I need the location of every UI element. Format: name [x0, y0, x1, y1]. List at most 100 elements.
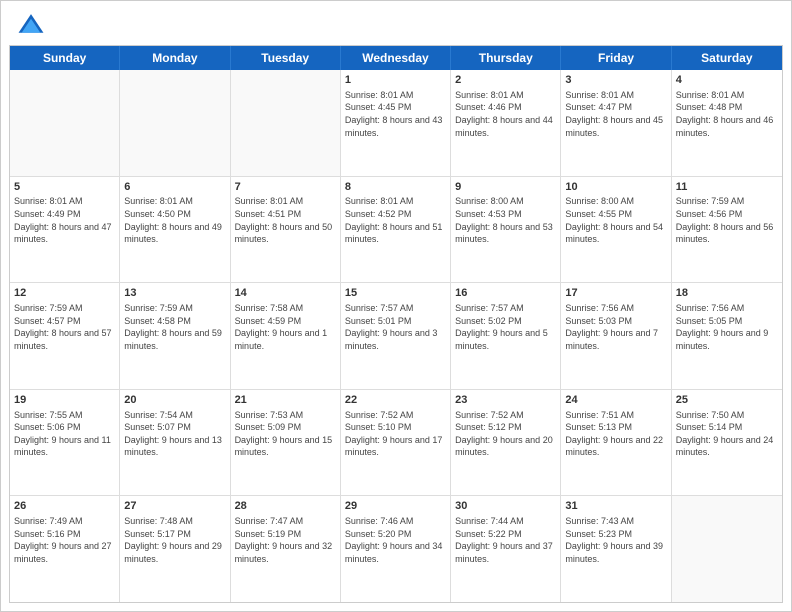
day-info: Sunrise: 7:52 AM Sunset: 5:12 PM Dayligh…: [455, 409, 556, 459]
day-info: Sunrise: 7:47 AM Sunset: 5:19 PM Dayligh…: [235, 515, 336, 565]
day-number: 8: [345, 180, 446, 195]
day-number: 11: [676, 180, 778, 195]
day-number: 19: [14, 393, 115, 408]
logo-icon: [17, 11, 45, 39]
day-info: Sunrise: 7:59 AM Sunset: 4:58 PM Dayligh…: [124, 302, 225, 352]
day-cell: 12Sunrise: 7:59 AM Sunset: 4:57 PM Dayli…: [10, 283, 120, 389]
day-cell: 14Sunrise: 7:58 AM Sunset: 4:59 PM Dayli…: [231, 283, 341, 389]
day-cell: 2Sunrise: 8:01 AM Sunset: 4:46 PM Daylig…: [451, 70, 561, 176]
day-cell: 15Sunrise: 7:57 AM Sunset: 5:01 PM Dayli…: [341, 283, 451, 389]
day-number: 6: [124, 180, 225, 195]
day-cell: 21Sunrise: 7:53 AM Sunset: 5:09 PM Dayli…: [231, 390, 341, 496]
day-info: Sunrise: 7:57 AM Sunset: 5:01 PM Dayligh…: [345, 302, 446, 352]
day-cell: 16Sunrise: 7:57 AM Sunset: 5:02 PM Dayli…: [451, 283, 561, 389]
day-number: 18: [676, 286, 778, 301]
day-cell: 30Sunrise: 7:44 AM Sunset: 5:22 PM Dayli…: [451, 496, 561, 602]
week-row: 19Sunrise: 7:55 AM Sunset: 5:06 PM Dayli…: [10, 390, 782, 497]
day-cell: 5Sunrise: 8:01 AM Sunset: 4:49 PM Daylig…: [10, 177, 120, 283]
day-number: 28: [235, 499, 336, 514]
day-cell: 13Sunrise: 7:59 AM Sunset: 4:58 PM Dayli…: [120, 283, 230, 389]
header: [1, 1, 791, 45]
day-cell: 24Sunrise: 7:51 AM Sunset: 5:13 PM Dayli…: [561, 390, 671, 496]
day-info: Sunrise: 7:52 AM Sunset: 5:10 PM Dayligh…: [345, 409, 446, 459]
day-info: Sunrise: 8:00 AM Sunset: 4:53 PM Dayligh…: [455, 195, 556, 245]
day-number: 13: [124, 286, 225, 301]
week-row: 5Sunrise: 8:01 AM Sunset: 4:49 PM Daylig…: [10, 177, 782, 284]
day-number: 26: [14, 499, 115, 514]
day-cell: 28Sunrise: 7:47 AM Sunset: 5:19 PM Dayli…: [231, 496, 341, 602]
day-number: 22: [345, 393, 446, 408]
day-cell: 25Sunrise: 7:50 AM Sunset: 5:14 PM Dayli…: [672, 390, 782, 496]
day-number: 25: [676, 393, 778, 408]
day-number: 17: [565, 286, 666, 301]
calendar-page: SundayMondayTuesdayWednesdayThursdayFrid…: [0, 0, 792, 612]
day-number: 3: [565, 73, 666, 88]
day-info: Sunrise: 7:57 AM Sunset: 5:02 PM Dayligh…: [455, 302, 556, 352]
day-number: 4: [676, 73, 778, 88]
day-number: 24: [565, 393, 666, 408]
day-info: Sunrise: 7:58 AM Sunset: 4:59 PM Dayligh…: [235, 302, 336, 352]
day-number: 14: [235, 286, 336, 301]
day-info: Sunrise: 8:01 AM Sunset: 4:52 PM Dayligh…: [345, 195, 446, 245]
day-info: Sunrise: 7:51 AM Sunset: 5:13 PM Dayligh…: [565, 409, 666, 459]
day-number: 5: [14, 180, 115, 195]
day-number: 1: [345, 73, 446, 88]
day-number: 21: [235, 393, 336, 408]
day-cell: 3Sunrise: 8:01 AM Sunset: 4:47 PM Daylig…: [561, 70, 671, 176]
week-row: 26Sunrise: 7:49 AM Sunset: 5:16 PM Dayli…: [10, 496, 782, 602]
day-info: Sunrise: 8:01 AM Sunset: 4:45 PM Dayligh…: [345, 89, 446, 139]
day-info: Sunrise: 7:59 AM Sunset: 4:56 PM Dayligh…: [676, 195, 778, 245]
day-number: 7: [235, 180, 336, 195]
day-number: 2: [455, 73, 556, 88]
day-cell: [10, 70, 120, 176]
day-cell: 9Sunrise: 8:00 AM Sunset: 4:53 PM Daylig…: [451, 177, 561, 283]
day-info: Sunrise: 8:01 AM Sunset: 4:48 PM Dayligh…: [676, 89, 778, 139]
day-number: 23: [455, 393, 556, 408]
day-cell: 4Sunrise: 8:01 AM Sunset: 4:48 PM Daylig…: [672, 70, 782, 176]
day-cell: 29Sunrise: 7:46 AM Sunset: 5:20 PM Dayli…: [341, 496, 451, 602]
day-info: Sunrise: 7:43 AM Sunset: 5:23 PM Dayligh…: [565, 515, 666, 565]
day-info: Sunrise: 7:55 AM Sunset: 5:06 PM Dayligh…: [14, 409, 115, 459]
day-header-thursday: Thursday: [451, 46, 561, 70]
day-info: Sunrise: 7:50 AM Sunset: 5:14 PM Dayligh…: [676, 409, 778, 459]
day-info: Sunrise: 8:01 AM Sunset: 4:51 PM Dayligh…: [235, 195, 336, 245]
day-number: 15: [345, 286, 446, 301]
day-info: Sunrise: 7:44 AM Sunset: 5:22 PM Dayligh…: [455, 515, 556, 565]
day-cell: [672, 496, 782, 602]
day-number: 9: [455, 180, 556, 195]
day-cell: 1Sunrise: 8:01 AM Sunset: 4:45 PM Daylig…: [341, 70, 451, 176]
day-cell: 18Sunrise: 7:56 AM Sunset: 5:05 PM Dayli…: [672, 283, 782, 389]
day-info: Sunrise: 8:01 AM Sunset: 4:46 PM Dayligh…: [455, 89, 556, 139]
day-header-monday: Monday: [120, 46, 230, 70]
day-header-sunday: Sunday: [10, 46, 120, 70]
day-header-wednesday: Wednesday: [341, 46, 451, 70]
day-cell: 23Sunrise: 7:52 AM Sunset: 5:12 PM Dayli…: [451, 390, 561, 496]
day-cell: 26Sunrise: 7:49 AM Sunset: 5:16 PM Dayli…: [10, 496, 120, 602]
day-info: Sunrise: 8:00 AM Sunset: 4:55 PM Dayligh…: [565, 195, 666, 245]
calendar: SundayMondayTuesdayWednesdayThursdayFrid…: [9, 45, 783, 603]
day-cell: [231, 70, 341, 176]
day-cell: 6Sunrise: 8:01 AM Sunset: 4:50 PM Daylig…: [120, 177, 230, 283]
day-info: Sunrise: 7:53 AM Sunset: 5:09 PM Dayligh…: [235, 409, 336, 459]
day-cell: 7Sunrise: 8:01 AM Sunset: 4:51 PM Daylig…: [231, 177, 341, 283]
day-info: Sunrise: 7:48 AM Sunset: 5:17 PM Dayligh…: [124, 515, 225, 565]
day-number: 10: [565, 180, 666, 195]
day-cell: 8Sunrise: 8:01 AM Sunset: 4:52 PM Daylig…: [341, 177, 451, 283]
day-info: Sunrise: 7:56 AM Sunset: 5:03 PM Dayligh…: [565, 302, 666, 352]
day-number: 20: [124, 393, 225, 408]
day-number: 30: [455, 499, 556, 514]
day-info: Sunrise: 8:01 AM Sunset: 4:47 PM Dayligh…: [565, 89, 666, 139]
day-number: 12: [14, 286, 115, 301]
day-info: Sunrise: 7:46 AM Sunset: 5:20 PM Dayligh…: [345, 515, 446, 565]
day-cell: 20Sunrise: 7:54 AM Sunset: 5:07 PM Dayli…: [120, 390, 230, 496]
day-info: Sunrise: 8:01 AM Sunset: 4:50 PM Dayligh…: [124, 195, 225, 245]
day-cell: 22Sunrise: 7:52 AM Sunset: 5:10 PM Dayli…: [341, 390, 451, 496]
weeks: 1Sunrise: 8:01 AM Sunset: 4:45 PM Daylig…: [10, 70, 782, 602]
day-headers: SundayMondayTuesdayWednesdayThursdayFrid…: [10, 46, 782, 70]
day-cell: 19Sunrise: 7:55 AM Sunset: 5:06 PM Dayli…: [10, 390, 120, 496]
day-number: 27: [124, 499, 225, 514]
day-number: 31: [565, 499, 666, 514]
day-header-saturday: Saturday: [672, 46, 782, 70]
day-cell: 17Sunrise: 7:56 AM Sunset: 5:03 PM Dayli…: [561, 283, 671, 389]
day-cell: [120, 70, 230, 176]
